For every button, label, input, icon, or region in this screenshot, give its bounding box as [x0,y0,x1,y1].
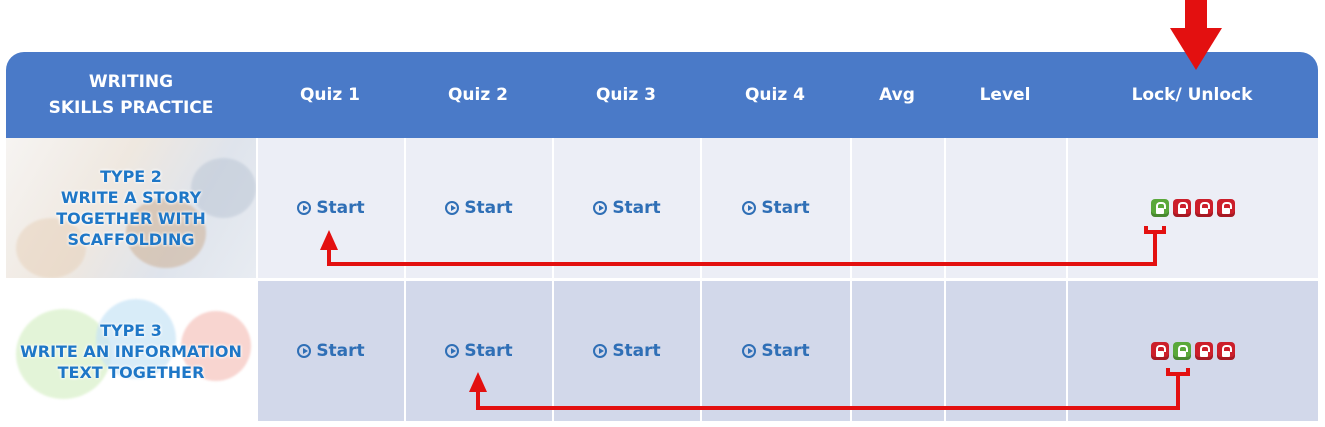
page: WRITING SKILLS PRACTICE Quiz 1 Quiz 2 Qu… [0,0,1325,427]
connector-arrow-row1 [327,226,1166,266]
connector-arrow-row2 [476,368,1190,410]
arrow-head-icon [320,230,338,250]
arrow-head-icon [469,372,487,392]
down-arrow-icon [1170,0,1222,70]
row-title-text: TYPE 2 WRITE A STORY TOGETHER WITH SCAFF… [56,167,206,249]
row-title-text: TYPE 3 WRITE AN INFORMATION TEXT TOGETHE… [20,320,242,382]
